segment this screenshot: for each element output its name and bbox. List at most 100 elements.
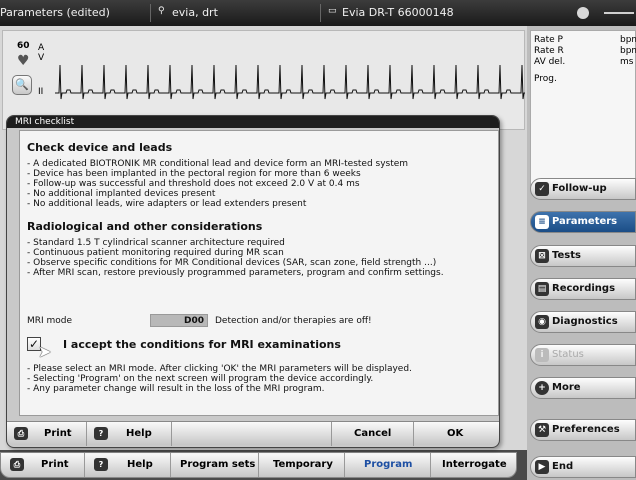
- nav-label: Follow-up: [552, 183, 607, 194]
- prog-label: Prog.: [534, 74, 557, 84]
- connection-indicator-icon: [577, 7, 589, 19]
- checklist-line: - No additional implanted devices presen…: [27, 189, 216, 199]
- patient-icon: ⚲: [158, 6, 165, 16]
- ok-label: OK: [447, 428, 464, 439]
- channel-v-label: V: [38, 53, 45, 63]
- program-sets-label: Program sets: [180, 459, 256, 470]
- dialog-help-label: Help: [126, 428, 152, 439]
- magnifier-icon: 🔍: [15, 78, 29, 91]
- help-label: Help: [127, 459, 153, 470]
- title-separator: [150, 4, 151, 22]
- nav-label: Status: [552, 349, 584, 360]
- checklist-line: - Follow-up was successful and threshold…: [27, 179, 360, 189]
- zoom-button[interactable]: 🔍: [12, 75, 32, 95]
- nav-label: Preferences: [552, 424, 620, 435]
- device-name: Evia DR-T 66000148: [342, 6, 454, 19]
- mri-checklist-dialog: MRI checklist Check device and leads - A…: [6, 115, 500, 448]
- print-button[interactable]: ⎙ Print: [1, 453, 85, 477]
- note-line: - Selecting 'Program' on the next screen…: [27, 374, 374, 384]
- nav-recordings[interactable]: ▤ Recordings: [530, 278, 636, 300]
- help-icon: ?: [94, 427, 108, 440]
- checklist-line: - Standard 1.5 T cylindrical scanner arc…: [27, 238, 285, 248]
- checklist-line: - A dedicated BIOTRONIK MR conditional l…: [27, 159, 409, 169]
- nav-tests[interactable]: ⊠ Tests: [530, 245, 636, 267]
- nav-more[interactable]: + More: [530, 377, 636, 399]
- tests-icon: ⊠: [535, 249, 549, 263]
- nav-label: Recordings: [552, 283, 616, 294]
- mri-mode-select[interactable]: D00: [150, 314, 208, 327]
- nav-follow-up[interactable]: ✓ Follow-up: [530, 178, 636, 200]
- interrogate-label: Interrogate: [442, 459, 507, 470]
- status-readout: Rate P bpm Rate R bpm AV del. ms Prog.: [530, 30, 636, 186]
- device-icon: ▭: [328, 6, 337, 16]
- checklist-line: - Device has been implanted in the pecto…: [27, 169, 361, 179]
- printer-icon: ⎙: [10, 458, 24, 471]
- nav-preferences[interactable]: ⚒ Preferences: [530, 419, 636, 441]
- recordings-icon: ▤: [535, 282, 549, 296]
- accept-label: I accept the conditions for MRI examinat…: [63, 338, 341, 351]
- dialog-body: Check device and leads - A dedicated BIO…: [19, 130, 499, 416]
- status-unit: ms: [620, 57, 634, 67]
- note-line: - Any parameter change will result in th…: [27, 384, 325, 394]
- window-title: Parameters (edited): [0, 6, 110, 19]
- dialog-button-bar: ⎙ Print ? Help Cancel OK: [7, 421, 499, 446]
- dialog-spacer: [172, 422, 332, 446]
- interrogate-button[interactable]: Interrogate: [431, 453, 516, 477]
- channel-labels: A V: [38, 43, 44, 63]
- temporary-label: Temporary: [273, 459, 333, 470]
- heart-icon: ♥: [17, 53, 30, 69]
- checklist-line: - Continuous patient monitoring required…: [27, 248, 284, 258]
- checklist-line: - No additional leads, wire adapters or …: [27, 199, 307, 209]
- ok-button[interactable]: OK: [414, 422, 499, 446]
- cancel-button[interactable]: Cancel: [332, 422, 414, 446]
- section-heading: Radiological and other considerations: [27, 220, 263, 233]
- status-label: Rate R: [534, 46, 564, 56]
- status-unit: bpm: [620, 46, 636, 56]
- nav-label: Parameters: [552, 216, 618, 227]
- parameters-icon: ≡: [535, 215, 549, 229]
- cancel-label: Cancel: [354, 428, 392, 439]
- plus-icon: +: [535, 381, 549, 395]
- temporary-button[interactable]: Temporary: [259, 453, 345, 477]
- mri-mode-note: Detection and/or therapies are off!: [215, 316, 372, 326]
- patient-name: evia, drt: [172, 6, 218, 19]
- wrench-icon: ⚒: [535, 423, 549, 437]
- nav-label: Diagnostics: [552, 316, 618, 327]
- lead-label: II: [38, 87, 44, 97]
- program-button[interactable]: Program: [345, 453, 431, 477]
- diagnostics-icon: ◉: [535, 315, 549, 329]
- note-line: - Please select an MRI mode. After click…: [27, 364, 412, 374]
- checklist-line: - After MRI scan, restore previously pro…: [27, 268, 444, 278]
- status-label: AV del.: [534, 57, 566, 67]
- title-separator: [320, 4, 321, 22]
- follow-up-icon: ✓: [535, 182, 549, 196]
- section-heading: Check device and leads: [27, 141, 173, 154]
- nav-label: More: [552, 382, 581, 393]
- dialog-help-button[interactable]: ? Help: [87, 422, 172, 446]
- status-unit: bpm: [620, 35, 636, 45]
- status-label: Rate P: [534, 35, 563, 45]
- title-bar: Parameters (edited) ⚲ evia, drt ▭ Evia D…: [0, 0, 636, 26]
- heart-rate-value: 60: [17, 41, 30, 51]
- status-row: AV del. ms: [534, 57, 635, 68]
- nav-end[interactable]: ▶ End: [530, 456, 636, 478]
- minimize-icon[interactable]: [604, 12, 634, 14]
- nav-label: End: [552, 461, 574, 472]
- status-icon: i: [535, 348, 549, 362]
- nav-status: i Status: [530, 344, 636, 366]
- dialog-print-button[interactable]: ⎙ Print: [7, 422, 87, 446]
- print-label: Print: [41, 459, 69, 470]
- nav-diagnostics[interactable]: ◉ Diagnostics: [530, 311, 636, 333]
- help-button[interactable]: ? Help: [85, 453, 171, 477]
- program-label: Program: [364, 459, 413, 470]
- nav-label: Tests: [552, 250, 581, 261]
- mouse-pointer-icon: ➤: [38, 342, 52, 361]
- program-sets-button[interactable]: Program sets: [171, 453, 259, 477]
- end-icon: ▶: [535, 460, 549, 474]
- dialog-title: MRI checklist: [7, 116, 499, 128]
- dialog-print-label: Print: [44, 428, 72, 439]
- printer-icon: ⎙: [14, 427, 28, 440]
- checklist-line: - Observe specific conditions for MR Con…: [27, 258, 437, 268]
- nav-parameters[interactable]: ≡ Parameters: [530, 211, 636, 233]
- status-row: Rate P bpm: [534, 35, 636, 46]
